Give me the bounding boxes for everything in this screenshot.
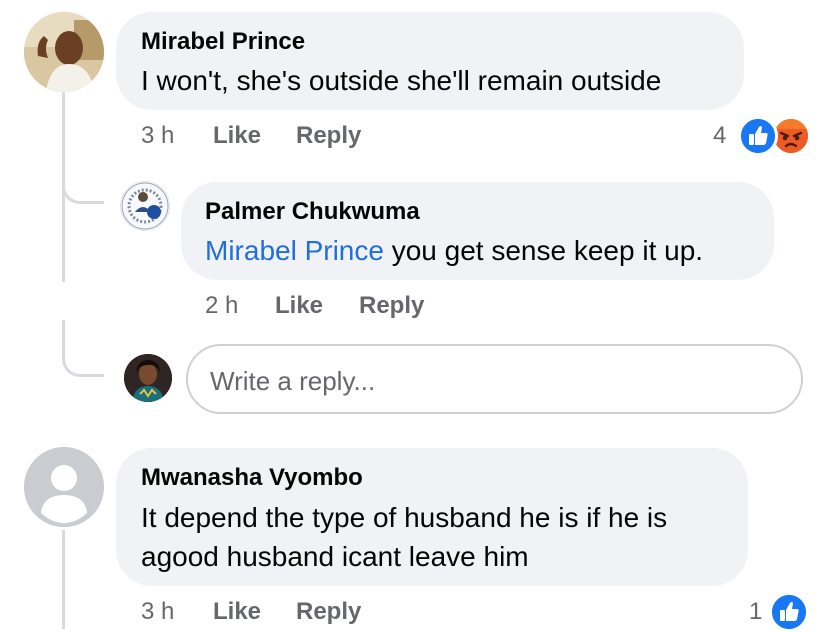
comment-text-line: It depend the type of husband he is if h… (141, 502, 668, 533)
mention-link[interactable]: Mirabel Prince (205, 235, 384, 266)
avatar[interactable] (24, 12, 104, 92)
avatar[interactable] (24, 447, 104, 527)
comment-author[interactable]: Mwanasha Vyombo (141, 464, 363, 492)
like-icon[interactable] (769, 592, 809, 632)
comment-timestamp[interactable]: 3 h (141, 598, 174, 626)
reply-box (186, 344, 803, 414)
comment-author[interactable]: Palmer Chukwuma (205, 198, 420, 226)
comment-timestamp[interactable]: 3 h (141, 122, 174, 150)
comment-timestamp[interactable]: 2 h (205, 292, 238, 320)
thread-branch-reply (62, 150, 104, 204)
avatar[interactable] (120, 181, 170, 231)
like-button[interactable]: Like (213, 598, 261, 626)
comment-text: I won't, she's outside she'll remain out… (141, 65, 662, 96)
like-button[interactable]: Like (275, 292, 323, 320)
reaction-count[interactable]: 1 (749, 598, 762, 626)
comment-text-body: you get sense keep it up. (383, 235, 704, 266)
like-icon[interactable] (738, 116, 778, 156)
reply-button[interactable]: Reply (359, 292, 424, 320)
comment-text-line: agood husband icant leave him (141, 541, 529, 572)
reaction-count[interactable]: 4 (713, 122, 726, 150)
avatar[interactable] (124, 354, 172, 402)
reply-button[interactable]: Reply (296, 598, 361, 626)
thread-branch-write-reply (62, 320, 104, 377)
reply-button[interactable]: Reply (296, 122, 361, 150)
comment-author[interactable]: Mirabel Prince (141, 28, 305, 56)
reply-input[interactable] (208, 360, 772, 402)
comment-text: Mirabel Prince you get sense keep it up. (205, 231, 703, 270)
thread-line (62, 530, 65, 629)
like-button[interactable]: Like (213, 122, 261, 150)
